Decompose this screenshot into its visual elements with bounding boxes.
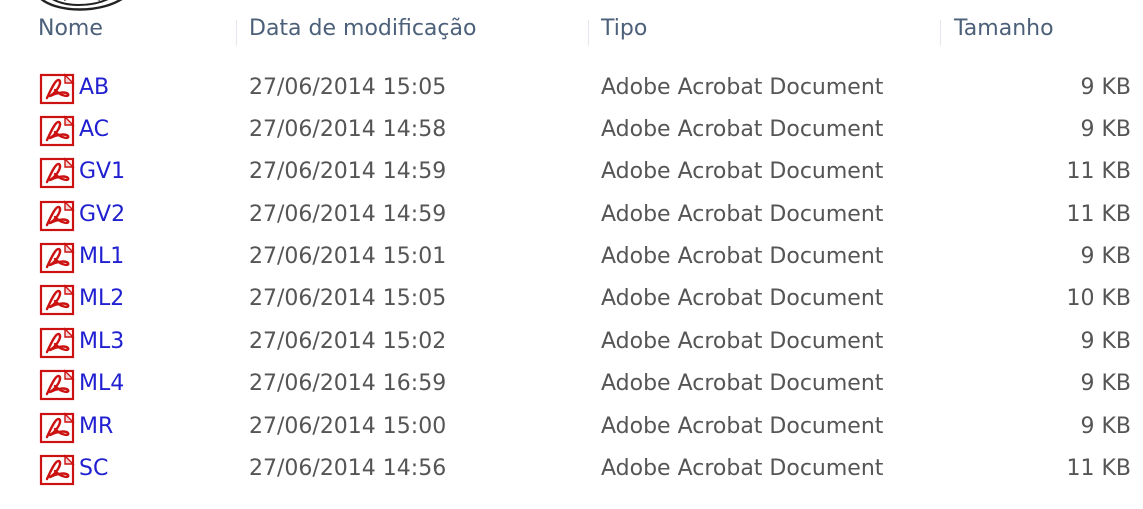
file-type: Adobe Acrobat Document <box>601 456 884 481</box>
file-row[interactable]: GV2 27/06/2014 14:59 Adobe Acrobat Docum… <box>0 195 1143 237</box>
file-type: Adobe Acrobat Document <box>601 286 884 311</box>
column-divider[interactable] <box>940 20 941 46</box>
file-type: Adobe Acrobat Document <box>601 244 884 269</box>
file-modified: 27/06/2014 14:59 <box>249 202 447 227</box>
pdf-file-icon <box>39 369 75 401</box>
file-type: Adobe Acrobat Document <box>601 414 884 439</box>
file-type: Adobe Acrobat Document <box>601 159 884 184</box>
pdf-file-icon <box>39 115 75 147</box>
file-type: Adobe Acrobat Document <box>601 329 884 354</box>
pdf-file-icon <box>39 412 75 444</box>
column-header-name[interactable]: Nome <box>38 16 103 41</box>
file-size: 9 KB <box>1080 244 1131 269</box>
file-type: Adobe Acrobat Document <box>601 117 884 142</box>
file-type: Adobe Acrobat Document <box>601 75 884 100</box>
file-modified: 27/06/2014 15:02 <box>249 329 447 354</box>
file-name[interactable]: GV2 <box>79 202 125 227</box>
file-row[interactable]: ML2 27/06/2014 15:05 Adobe Acrobat Docum… <box>0 279 1143 321</box>
file-row[interactable]: ML3 27/06/2014 15:02 Adobe Acrobat Docum… <box>0 322 1143 364</box>
file-row[interactable]: AC 27/06/2014 14:58 Adobe Acrobat Docume… <box>0 110 1143 152</box>
column-header-size[interactable]: Tamanho <box>954 16 1054 41</box>
file-name[interactable]: ML4 <box>79 371 124 396</box>
column-header-row: Nome Data de modificação Tipo Tamanho <box>0 0 1143 62</box>
pdf-file-icon <box>39 242 75 274</box>
file-name[interactable]: ML3 <box>79 329 124 354</box>
file-name[interactable]: AC <box>79 117 109 142</box>
pdf-file-icon <box>39 454 75 486</box>
file-size: 9 KB <box>1080 117 1131 142</box>
pdf-file-icon <box>39 200 75 232</box>
file-modified: 27/06/2014 16:59 <box>249 371 447 396</box>
file-row[interactable]: SC 27/06/2014 14:56 Adobe Acrobat Docume… <box>0 449 1143 491</box>
column-divider[interactable] <box>588 20 589 46</box>
file-modified: 27/06/2014 15:01 <box>249 244 447 269</box>
file-row[interactable]: MR 27/06/2014 15:00 Adobe Acrobat Docume… <box>0 407 1143 449</box>
file-name[interactable]: ML1 <box>79 244 124 269</box>
file-name[interactable]: MR <box>79 414 113 439</box>
column-divider[interactable] <box>236 20 237 46</box>
file-size: 11 KB <box>1066 202 1131 227</box>
pdf-file-icon <box>39 73 75 105</box>
file-size: 9 KB <box>1080 414 1131 439</box>
pdf-file-icon <box>39 327 75 359</box>
file-size: 9 KB <box>1080 329 1131 354</box>
file-type: Adobe Acrobat Document <box>601 202 884 227</box>
file-name[interactable]: SC <box>79 456 108 481</box>
file-size: 9 KB <box>1080 371 1131 396</box>
file-modified: 27/06/2014 15:05 <box>249 286 447 311</box>
file-size: 11 KB <box>1066 159 1131 184</box>
pdf-file-icon <box>39 284 75 316</box>
file-modified: 27/06/2014 15:05 <box>249 75 447 100</box>
file-row[interactable]: GV1 27/06/2014 14:59 Adobe Acrobat Docum… <box>0 152 1143 194</box>
file-modified: 27/06/2014 15:00 <box>249 414 447 439</box>
file-modified: 27/06/2014 14:58 <box>249 117 447 142</box>
file-row[interactable]: AB 27/06/2014 15:05 Adobe Acrobat Docume… <box>0 68 1143 110</box>
file-name[interactable]: GV1 <box>79 159 125 184</box>
file-size: 10 KB <box>1066 286 1131 311</box>
file-name[interactable]: ML2 <box>79 286 124 311</box>
file-row[interactable]: ML1 27/06/2014 15:01 Adobe Acrobat Docum… <box>0 237 1143 279</box>
file-type: Adobe Acrobat Document <box>601 371 884 396</box>
file-modified: 27/06/2014 14:56 <box>249 456 447 481</box>
pdf-file-icon <box>39 157 75 189</box>
column-header-modified[interactable]: Data de modificação <box>249 16 476 41</box>
column-header-type[interactable]: Tipo <box>601 16 647 41</box>
file-row[interactable]: ML4 27/06/2014 16:59 Adobe Acrobat Docum… <box>0 364 1143 406</box>
file-size: 9 KB <box>1080 75 1131 100</box>
file-size: 11 KB <box>1066 456 1131 481</box>
sort-indicator-icon <box>40 0 123 11</box>
file-name[interactable]: AB <box>79 75 109 100</box>
file-modified: 27/06/2014 14:59 <box>249 159 447 184</box>
